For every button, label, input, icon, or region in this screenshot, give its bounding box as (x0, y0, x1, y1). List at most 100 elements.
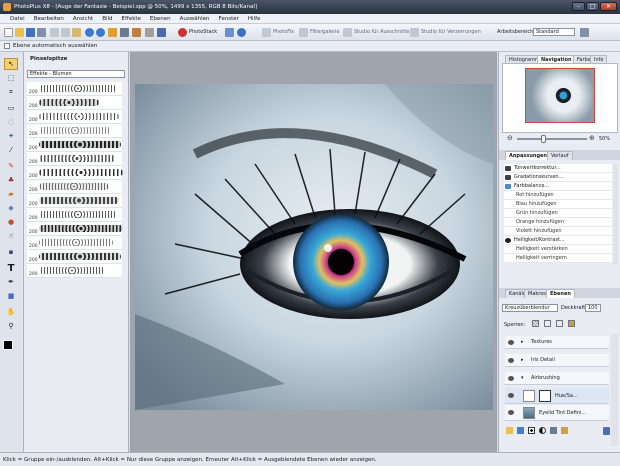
visibility-eye-icon[interactable] (508, 358, 514, 363)
menu-effekte[interactable]: Effekte (122, 16, 141, 22)
add-mask-icon[interactable] (528, 427, 535, 434)
studio-verzerrungen-button[interactable]: Studio für Verzerrungen (421, 29, 481, 35)
brush-row[interactable]: 200 (27, 96, 122, 110)
menu-fenster[interactable]: Fenster (219, 16, 239, 22)
move-tool-icon[interactable]: ↖ (4, 58, 18, 70)
brush-row[interactable]: 200 (27, 152, 122, 166)
adj-preset[interactable]: Grün hinzufügen (504, 209, 612, 218)
text-tool-icon[interactable]: T (4, 262, 18, 274)
menu-hilfe[interactable]: Hilfe (248, 16, 261, 22)
eyedropper-icon[interactable]: ⁄ (4, 144, 18, 156)
effects-icon[interactable] (225, 28, 234, 37)
paintbrush-icon[interactable]: ✎ (4, 160, 18, 172)
redo-icon[interactable] (96, 28, 105, 37)
menu-ebenen[interactable]: Ebenen (150, 16, 171, 22)
layers-scrollbar[interactable] (611, 334, 618, 446)
adj-preset[interactable]: Violett hinzufügen (504, 227, 612, 236)
menu-auswaehlen[interactable]: Auswählen (180, 16, 210, 22)
link-layers-icon[interactable] (561, 427, 568, 434)
minimize-button[interactable]: – (572, 2, 585, 11)
visibility-eye-icon[interactable] (508, 340, 514, 345)
delete-layer-icon[interactable] (603, 427, 610, 435)
adj-item[interactable]: Helligkeit/Kontrast... (504, 236, 612, 245)
brush-row[interactable]: 200 (27, 264, 122, 278)
print-icon[interactable] (37, 28, 46, 37)
adj-preset[interactable]: Rot hinzufügen (504, 191, 612, 200)
brush-row[interactable]: 200 (27, 250, 122, 264)
open-folder-icon[interactable] (15, 28, 24, 37)
zoom-out-icon[interactable]: ⊖ (507, 134, 513, 142)
hand-tool-icon[interactable]: ✋ (4, 306, 18, 318)
visibility-eye-icon[interactable] (508, 393, 514, 398)
lasso-tool-icon[interactable]: ◌ (4, 116, 18, 128)
lock-all-icon[interactable] (568, 320, 575, 327)
lock-position-icon[interactable] (556, 320, 563, 327)
eraser-icon[interactable]: ▰ (4, 188, 18, 200)
undo-icon[interactable] (85, 28, 94, 37)
photostack-icon[interactable] (178, 28, 187, 37)
adj-item[interactable]: Farbbalance... (504, 182, 612, 191)
transform-tool-icon[interactable]: ⬚ (4, 72, 18, 84)
selection-icon[interactable] (157, 28, 166, 37)
maximize-button[interactable]: □ (586, 2, 599, 11)
magic-wand-icon[interactable]: ✦ (4, 130, 18, 142)
brush-row[interactable]: 200 (27, 236, 122, 250)
layer-item[interactable]: Eyelid Tint Defini... (505, 405, 609, 421)
brush-row[interactable]: 200 (27, 194, 122, 208)
brush-row[interactable]: 200 (27, 138, 122, 152)
brush-row[interactable]: 200 (27, 82, 122, 96)
photofix-button[interactable]: PhotoFix (273, 29, 294, 35)
photostack-button[interactable]: PhotoStack (189, 29, 217, 35)
lock-pixels-icon[interactable] (544, 320, 551, 327)
lock-transparency-icon[interactable] (532, 320, 539, 327)
layer-item[interactable]: ▾ Airbrushing (505, 372, 609, 385)
adj-preset[interactable]: Helligkeit verstärken (504, 245, 612, 254)
smudge-tool-icon[interactable]: ☝ (4, 230, 18, 242)
workspace-settings-icon[interactable] (580, 28, 589, 37)
filtergalerie-button[interactable]: Filtergalerie (310, 29, 340, 35)
cut-icon[interactable] (50, 28, 59, 37)
tab-verlauf[interactable]: Verlauf (547, 151, 573, 160)
adj-preset[interactable]: Blau hinzufügen (504, 200, 612, 209)
crop-icon[interactable] (132, 28, 141, 37)
document-canvas[interactable] (135, 84, 493, 410)
expand-chevron-icon[interactable]: ▸ (521, 354, 524, 367)
layer-item[interactable]: Hue/Sa... (505, 388, 609, 404)
pen-tool-icon[interactable]: ✒ (4, 276, 18, 288)
menu-bild[interactable]: Bild (102, 16, 112, 22)
adjustment-layer-icon[interactable] (539, 427, 546, 434)
new-file-icon[interactable] (4, 28, 13, 37)
expand-chevron-icon[interactable]: ▸ (521, 336, 524, 349)
adj-item[interactable]: Tonwertkorrektur... (504, 164, 612, 173)
brush-row[interactable]: 200 (27, 110, 122, 124)
blend-mode-select[interactable]: Kreuzüberblendur (502, 304, 558, 312)
clone-tool-icon[interactable]: ♣ (4, 174, 18, 186)
refresh-icon[interactable] (108, 28, 117, 37)
shape-tool-icon[interactable]: ▪ (4, 246, 18, 258)
zoom-tool-icon[interactable]: ⚲ (4, 320, 18, 332)
menu-bearbeiten[interactable]: Bearbeiten (34, 16, 64, 22)
brush-row[interactable]: 200 (27, 222, 123, 236)
tab-anpassungen[interactable]: Anpassungen (505, 151, 551, 160)
copy-icon[interactable] (61, 28, 70, 37)
marquee-tool-icon[interactable]: ▭ (4, 102, 18, 114)
new-layer-icon[interactable] (517, 427, 524, 434)
foreground-color-swatch[interactable] (3, 340, 13, 350)
rectangle-shape-icon[interactable]: ■ (4, 290, 18, 302)
adj-item[interactable]: Gradationskurven... (504, 173, 612, 182)
crop-tool-icon[interactable]: ⌗ (4, 86, 18, 98)
navigator-thumbnail[interactable] (525, 68, 595, 123)
brush-row[interactable]: 200 (27, 166, 123, 180)
auto-select-checkbox[interactable] (4, 43, 10, 49)
zoom-in-icon[interactable]: ⊕ (589, 134, 595, 142)
brush-row[interactable]: 200 (27, 124, 122, 138)
studio-ausschnitte-button[interactable]: Studio für Ausschnitte (354, 29, 409, 35)
layer-item[interactable]: ▸ Iris Detail (505, 354, 609, 367)
paste-icon[interactable] (72, 28, 81, 37)
tab-ebenen[interactable]: Ebenen (546, 289, 575, 298)
help-icon[interactable] (237, 28, 246, 37)
zoom-slider-track[interactable] (517, 138, 587, 140)
new-group-icon[interactable] (506, 427, 513, 434)
brush-row[interactable]: 200 (27, 208, 122, 222)
arbeitsbereich-select[interactable]: Standard (533, 28, 575, 36)
